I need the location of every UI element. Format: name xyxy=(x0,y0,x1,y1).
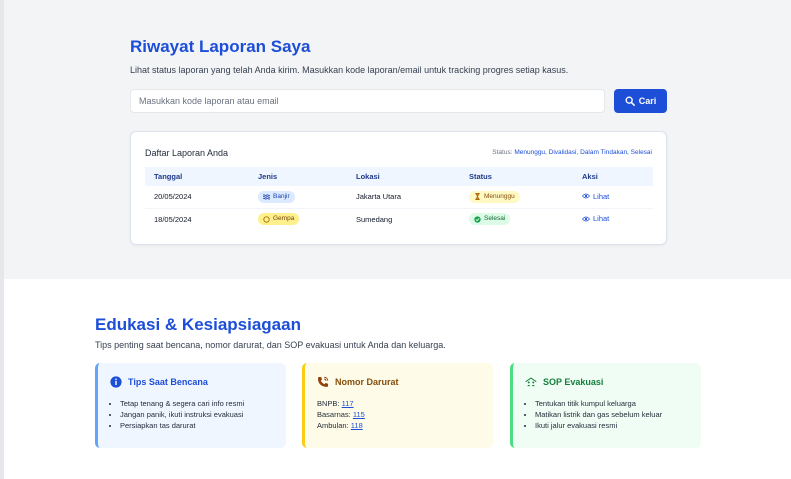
hourglass-icon xyxy=(475,193,480,201)
education-title: Edukasi & Kesiapsiagaan xyxy=(95,315,301,334)
phone-number-link[interactable]: 118 xyxy=(351,421,363,430)
phone-number-link[interactable]: 115 xyxy=(353,410,365,419)
report-list-header: Daftar Laporan Anda Status: Menunggu, Di… xyxy=(145,146,652,159)
report-table: Tanggal Jenis Lokasi Status Aksi 20/05/2… xyxy=(145,167,653,230)
view-report-label: Lihat xyxy=(593,214,610,223)
table-row: 20/05/2024 Banjir Jakarta Utara Menunggu xyxy=(145,186,653,209)
view-report-link[interactable]: Lihat xyxy=(582,214,609,223)
waves-icon xyxy=(263,194,270,200)
status-legend-values: Menunggu, Divalidasi, Dalam Tindakan, Se… xyxy=(514,149,652,156)
table-header-row: Tanggal Jenis Lokasi Status Aksi xyxy=(145,167,653,186)
status-legend: Status: Menunggu, Divalidasi, Dalam Tind… xyxy=(492,149,652,156)
cell-action: Lihat xyxy=(573,208,653,230)
education-section: Edukasi & Kesiapsiagaan Tips penting saa… xyxy=(95,314,705,448)
view-report-label: Lihat xyxy=(593,191,610,201)
table-row: 18/05/2024 Gempa Sumedang Selesai Lihat xyxy=(145,208,653,230)
cell-type: Gempa xyxy=(249,208,347,230)
cell-location: Sumedang xyxy=(356,214,393,224)
cell-status: Menunggu xyxy=(460,186,573,209)
search-input[interactable] xyxy=(130,89,605,113)
column-header-location: Lokasi xyxy=(356,172,380,181)
status-badge-label: Menunggu xyxy=(484,192,515,200)
list-item: Jangan panik, ikuti instruksi evakuasi xyxy=(120,409,274,420)
emergency-numbers-card: Nomor Darurat BNPB: 117 Basarnas: 115 Am… xyxy=(302,363,493,448)
search-icon xyxy=(625,96,635,106)
cell-type: Banjir xyxy=(249,186,347,209)
cell-date: 20/05/2024 xyxy=(145,186,249,209)
type-badge: Banjir xyxy=(258,190,295,203)
circle-icon xyxy=(263,216,270,223)
column-header-status: Status xyxy=(469,172,492,181)
page-title: Riwayat Laporan Saya xyxy=(130,37,311,56)
tips-list: Tetap tenang & segera cari info resmi Ja… xyxy=(110,398,274,431)
phone-label: Ambulan: xyxy=(317,421,349,430)
list-item: BNPB: 117 xyxy=(317,398,481,409)
eye-icon xyxy=(582,216,590,221)
list-item: Tetap tenang & segera cari info resmi xyxy=(120,398,274,409)
list-item: Tentukan titik kumpul keluarga xyxy=(535,398,689,409)
house-people-icon xyxy=(525,377,537,387)
check-circle-icon xyxy=(474,216,481,223)
emergency-numbers-title: Nomor Darurat xyxy=(335,377,399,387)
status-legend-label: Status: xyxy=(492,149,513,156)
column-header-type: Jenis xyxy=(258,172,278,181)
eye-icon xyxy=(582,193,590,199)
evacuation-sop-list: Tentukan titik kumpul keluarga Matikan l… xyxy=(525,398,689,431)
evacuation-sop-title: SOP Evakuasi xyxy=(543,377,604,387)
tips-card: Tips Saat Bencana Tetap tenang & segera … xyxy=(95,363,286,448)
column-header-action: Aksi xyxy=(582,172,598,181)
cell-date: 18/05/2024 xyxy=(154,214,192,224)
type-badge: Gempa xyxy=(258,213,300,226)
cell-location: Jakarta Utara xyxy=(347,186,460,209)
list-item: Ambulan: 118 xyxy=(317,420,481,431)
emergency-numbers-list: BNPB: 117 Basarnas: 115 Ambulan: 118 xyxy=(317,398,481,431)
cell-action: Lihat xyxy=(573,186,653,209)
list-item: Matikan listrik dan gas sebelum keluar xyxy=(535,409,689,420)
list-item: Basarnas: 115 xyxy=(317,409,481,420)
search-row: Cari xyxy=(130,89,667,113)
education-cards: Tips Saat Bencana Tetap tenang & segera … xyxy=(95,363,705,448)
phone-number-link[interactable]: 117 xyxy=(342,399,354,408)
status-badge: Menunggu xyxy=(469,190,520,203)
type-badge-label: Banjir xyxy=(273,192,290,200)
tips-card-title: Tips Saat Bencana xyxy=(128,377,208,387)
page-subtitle: Lihat status laporan yang telah Anda kir… xyxy=(130,65,569,75)
education-subtitle: Tips penting saat bencana, nomor darurat… xyxy=(95,340,446,350)
list-item: Persiapkan tas darurat xyxy=(120,420,274,431)
evacuation-sop-card: SOP Evakuasi Tentukan titik kumpul kelua… xyxy=(510,363,701,448)
info-icon xyxy=(110,376,122,388)
type-badge-label: Gempa xyxy=(273,215,295,223)
report-history: Riwayat Laporan Saya Lihat status lapora… xyxy=(130,36,667,245)
list-item: Ikuti jalur evakuasi resmi xyxy=(535,420,689,431)
phone-icon xyxy=(318,376,329,387)
status-badge: Selesai xyxy=(469,213,511,226)
search-button-label: Cari xyxy=(638,96,657,106)
status-badge-label: Selesai xyxy=(484,215,506,223)
report-list-title: Daftar Laporan Anda xyxy=(145,147,229,158)
column-header-date: Tanggal xyxy=(154,172,183,181)
phone-label: BNPB: xyxy=(317,399,340,408)
emergency-numbers-header: Nomor Darurat xyxy=(317,375,481,389)
evacuation-sop-header: SOP Evakuasi xyxy=(525,375,689,389)
report-list-card: Daftar Laporan Anda Status: Menunggu, Di… xyxy=(130,131,667,245)
phone-label: Basarnas: xyxy=(317,410,351,419)
search-button[interactable]: Cari xyxy=(614,89,667,113)
tips-card-header: Tips Saat Bencana xyxy=(110,375,274,389)
view-report-link[interactable]: Lihat xyxy=(582,192,609,201)
cell-status: Selesai xyxy=(460,208,573,230)
